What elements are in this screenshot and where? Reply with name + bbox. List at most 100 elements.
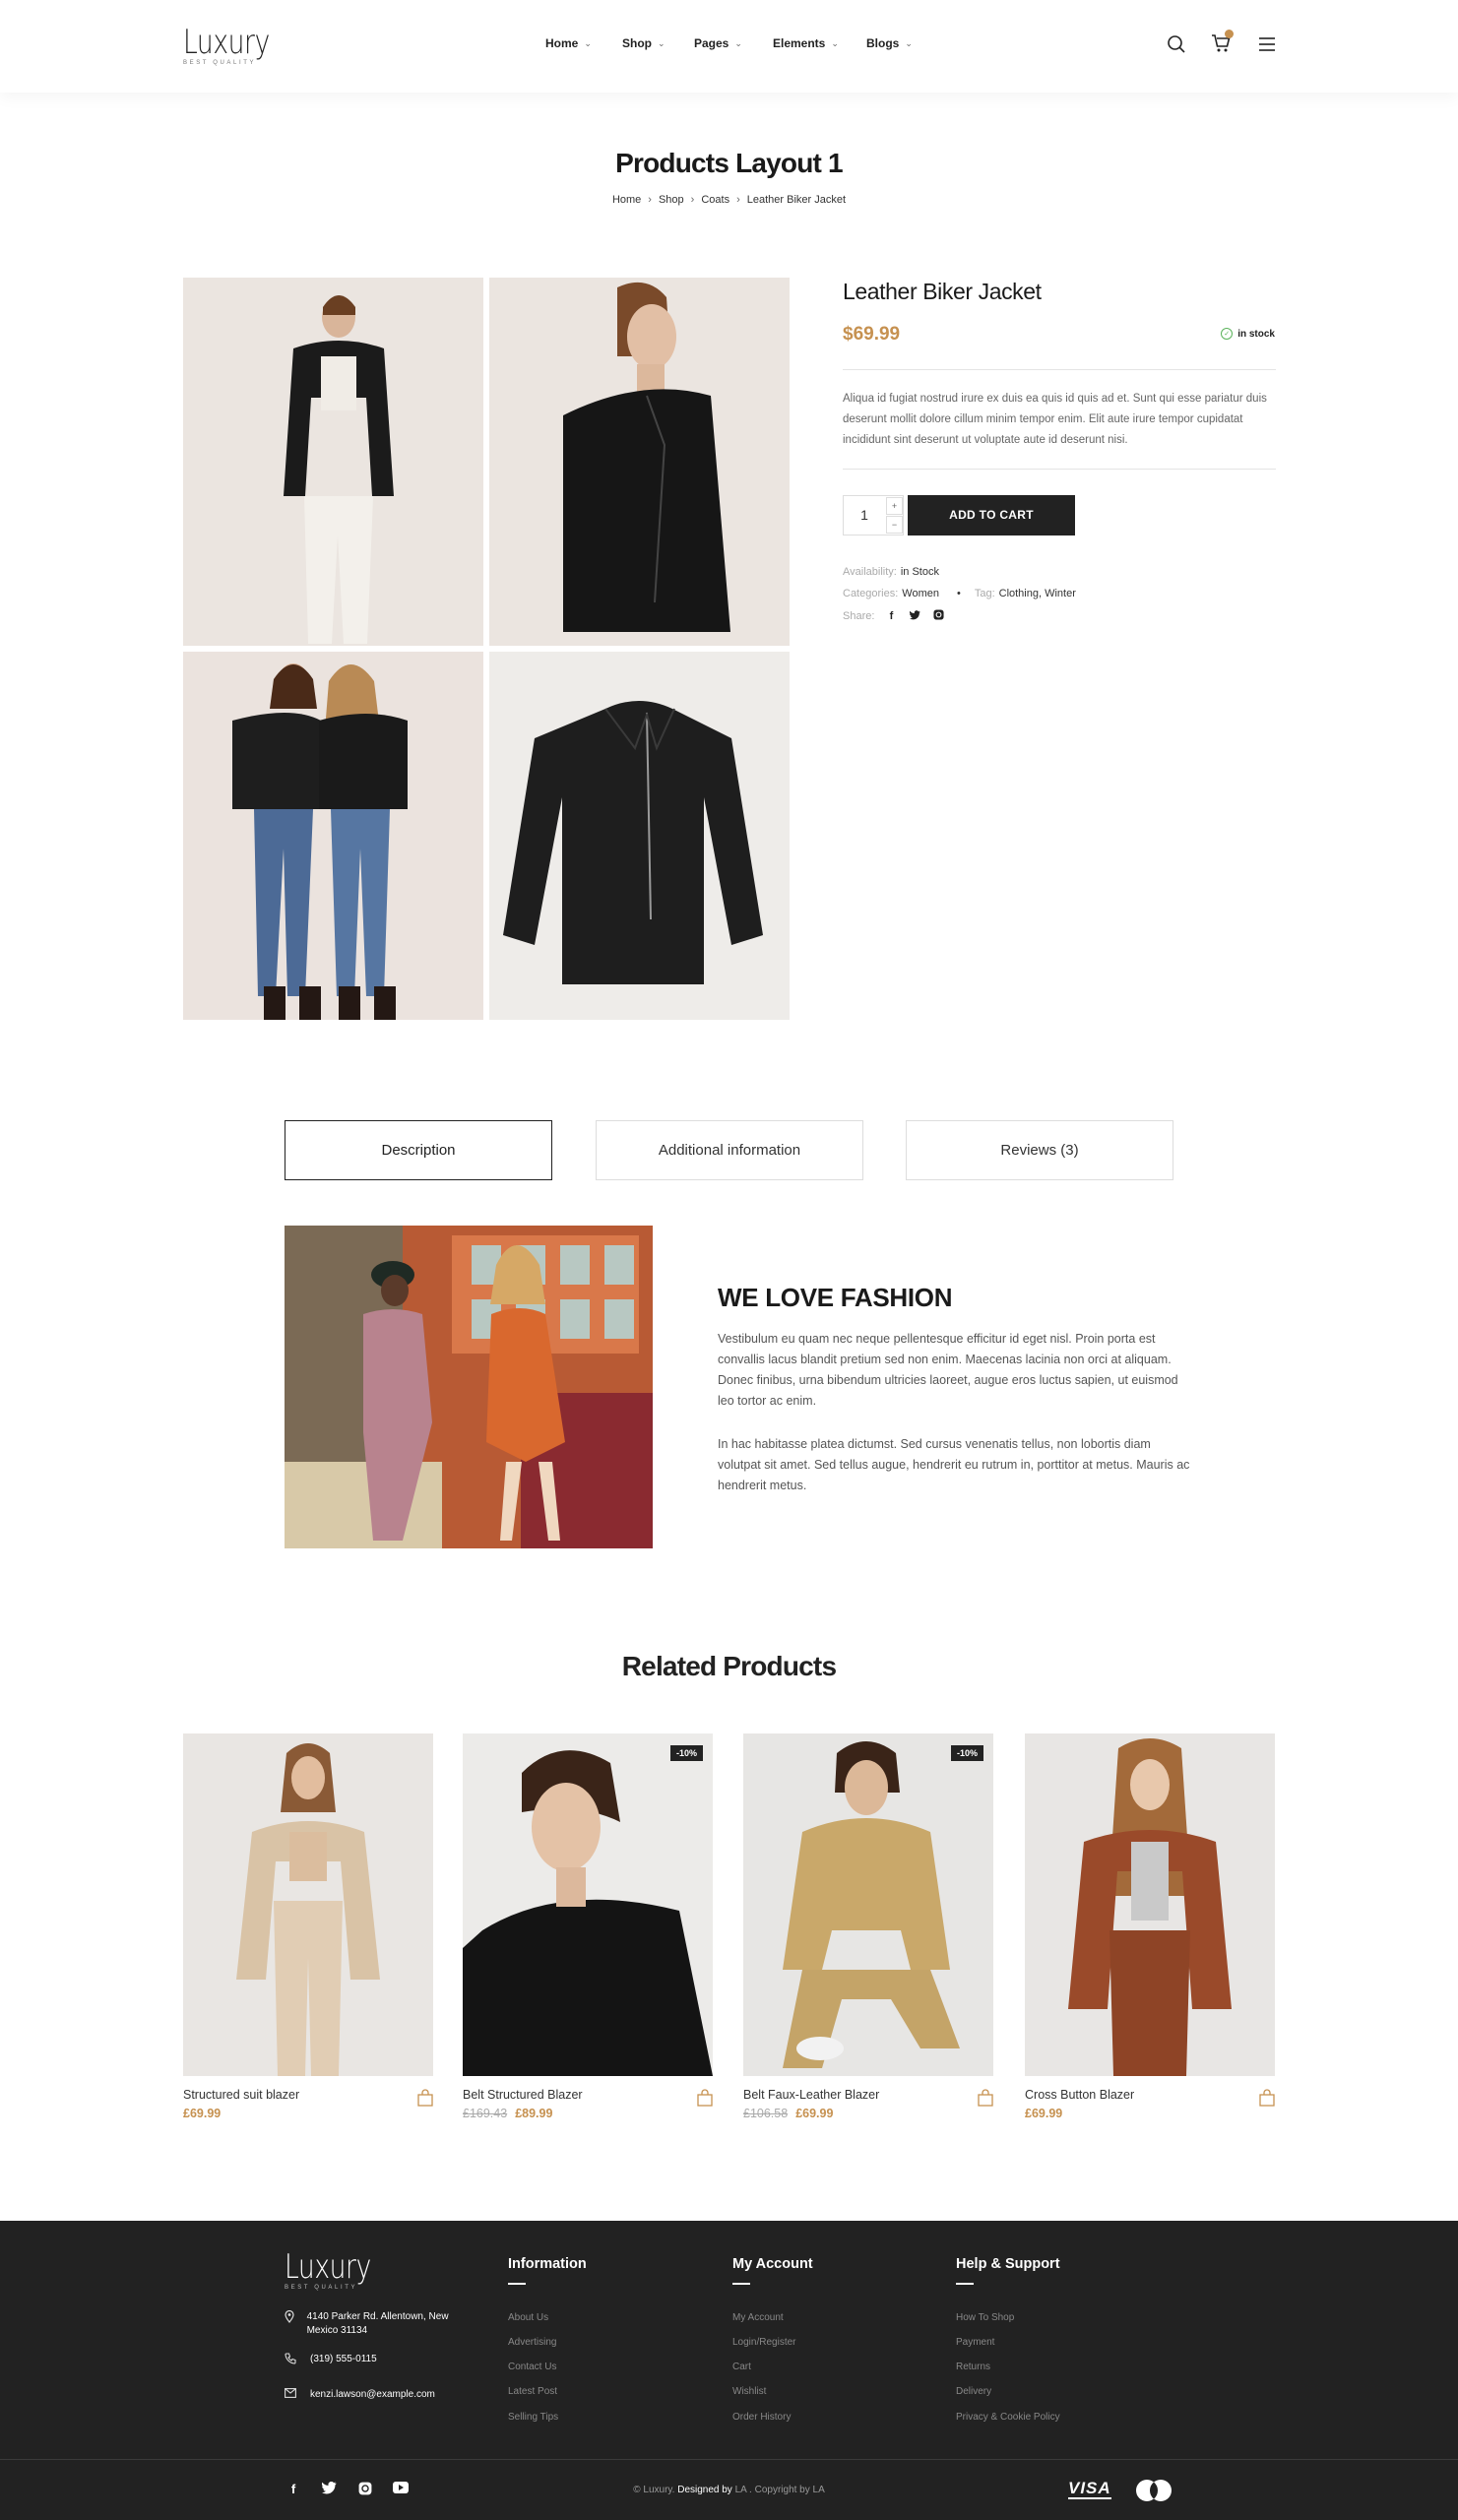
- quantity-input[interactable]: 1: [844, 496, 885, 535]
- description-paragraph: In hac habitasse platea dictumst. Sed cu…: [718, 1437, 1190, 1492]
- shopping-bag-icon[interactable]: [1259, 2089, 1275, 2111]
- cart-icon[interactable]: [1211, 30, 1234, 59]
- check-circle-icon: ✓: [1221, 328, 1234, 340]
- nav-item-pages[interactable]: Pages ⌄: [694, 36, 742, 50]
- share-label: Share:: [843, 610, 875, 622]
- categories-label: Categories:: [843, 588, 899, 599]
- description-paragraph: Vestibulum eu quam nec neque pellentesqu…: [718, 1332, 1178, 1408]
- email-text[interactable]: kenzi.lawson@example.com: [310, 2388, 435, 2403]
- tab-description[interactable]: Description: [285, 1120, 552, 1180]
- footer-link[interactable]: Order History: [732, 2412, 791, 2423]
- site-logo[interactable]: Luxury BEST QUALITY: [183, 26, 294, 66]
- product-card-image[interactable]: [1025, 1733, 1275, 2076]
- quantity-increase-button[interactable]: +: [886, 497, 903, 515]
- phone-text[interactable]: (319) 555-0115: [310, 2353, 377, 2369]
- product-card-name[interactable]: Structured suit blazer: [183, 2088, 433, 2102]
- site-footer: [0, 2221, 1458, 2520]
- quantity-decrease-button[interactable]: −: [886, 516, 903, 534]
- product-card-price: £69.99: [183, 2107, 433, 2120]
- instagram-icon[interactable]: [931, 609, 945, 623]
- chevron-down-icon: ⌄: [831, 37, 839, 48]
- tab-reviews[interactable]: Reviews (3): [906, 1120, 1173, 1180]
- product-card-name[interactable]: Belt Structured Blazer: [463, 2088, 713, 2102]
- phone-icon: [285, 2353, 298, 2369]
- add-to-cart-button[interactable]: ADD TO CART: [908, 495, 1075, 536]
- footer-column-title: My Account: [732, 2256, 813, 2272]
- product-card-name[interactable]: Cross Button Blazer: [1025, 2088, 1275, 2102]
- footer-link[interactable]: About Us: [508, 2312, 548, 2323]
- nav-label: Elements: [773, 36, 826, 50]
- footer-link[interactable]: My Account: [732, 2312, 784, 2323]
- menu-icon[interactable]: [1258, 36, 1276, 57]
- product-card-image[interactable]: [183, 1733, 433, 2076]
- breadcrumb-separator-icon: ›: [648, 194, 652, 206]
- footer-title-underline: [508, 2283, 526, 2285]
- nav-item-shop[interactable]: Shop ⌄: [622, 36, 666, 50]
- product-card-image[interactable]: -10%: [463, 1733, 713, 2076]
- footer-logo[interactable]: Luxury BEST QUALITY: [285, 2250, 396, 2291]
- tag-label: Tag:: [974, 588, 995, 599]
- product-card[interactable]: -10% Belt Faux-Leather Blazer £106.58 £69…: [743, 1733, 993, 2120]
- footer-link[interactable]: Selling Tips: [508, 2412, 558, 2423]
- page-title: Products Layout 1: [615, 148, 843, 178]
- product-card[interactable]: Structured suit blazer £69.99: [183, 1733, 433, 2120]
- product-card[interactable]: -10% Belt Structured Blazer £169.43 £89.9…: [463, 1733, 713, 2120]
- footer-link[interactable]: Wishlist: [732, 2386, 766, 2397]
- stock-status: ✓ in stock: [1221, 328, 1275, 340]
- footer-link[interactable]: Returns: [956, 2362, 990, 2372]
- stock-label: in stock: [1237, 328, 1275, 340]
- product-image-2[interactable]: [489, 278, 790, 646]
- breadcrumb-coats[interactable]: Coats: [701, 194, 729, 206]
- location-pin-icon: [285, 2309, 295, 2338]
- product-image-1[interactable]: [183, 278, 483, 646]
- site-header: Luxury BEST QUALITY Home ⌄ Shop ⌄ Pages ⌄ E…: [0, 0, 1458, 93]
- nav-item-blogs[interactable]: Blogs ⌄: [866, 36, 913, 50]
- divider: [843, 469, 1276, 470]
- product-card-price: £169.43 £89.99: [463, 2107, 713, 2120]
- footer-link[interactable]: Delivery: [956, 2386, 991, 2397]
- category-link[interactable]: Women: [902, 588, 939, 599]
- footer-link[interactable]: Cart: [732, 2362, 751, 2372]
- search-icon[interactable]: [1167, 34, 1186, 59]
- discount-badge: -10%: [950, 1745, 983, 1761]
- nav-item-home[interactable]: Home ⌄: [545, 36, 592, 50]
- footer-link[interactable]: Contact Us: [508, 2362, 556, 2372]
- cart-badge: [1225, 30, 1234, 38]
- visa-icon: VISA: [1068, 2479, 1111, 2499]
- tab-additional-information[interactable]: Additional information: [596, 1120, 863, 1180]
- footer-link[interactable]: Login/Register: [732, 2337, 795, 2348]
- current-price: £69.99: [1025, 2107, 1063, 2120]
- shopping-bag-icon[interactable]: [978, 2089, 993, 2111]
- mail-icon: [285, 2388, 298, 2403]
- twitter-icon[interactable]: [908, 609, 921, 623]
- shopping-bag-icon[interactable]: [697, 2089, 713, 2111]
- logo-word: Luxury: [183, 23, 270, 62]
- tag-links[interactable]: Clothing, Winter: [999, 588, 1076, 599]
- breadcrumb-shop[interactable]: Shop: [659, 194, 684, 206]
- product-card-name[interactable]: Belt Faux-Leather Blazer: [743, 2088, 993, 2102]
- shopping-bag-icon[interactable]: [417, 2089, 433, 2111]
- availability-row: Availability: in Stock: [843, 566, 939, 578]
- product-image-4[interactable]: [489, 652, 790, 1020]
- share-row: Share: f: [843, 609, 945, 623]
- copyright-suffix: LA . Copyright by LA: [734, 2485, 825, 2495]
- product-card[interactable]: Cross Button Blazer £69.99: [1025, 1733, 1275, 2120]
- footer-link[interactable]: Advertising: [508, 2337, 556, 2348]
- footer-link[interactable]: Latest Post: [508, 2386, 557, 2397]
- product-image-3[interactable]: [183, 652, 483, 1020]
- copyright: © Luxury. Designed by LA . Copyright by …: [0, 2485, 1458, 2495]
- product-card-image[interactable]: -10%: [743, 1733, 993, 2076]
- facebook-icon[interactable]: f: [884, 610, 898, 622]
- nav-item-elements[interactable]: Elements ⌄: [773, 36, 839, 50]
- breadcrumb-current: Leather Biker Jacket: [746, 194, 847, 206]
- breadcrumb-home[interactable]: Home: [612, 194, 641, 206]
- chevron-down-icon: ⌄: [658, 37, 666, 48]
- product-short-description: Aliqua id fugiat nostrud irure ex duis e…: [843, 393, 1267, 446]
- availability-value: in Stock: [900, 566, 939, 578]
- footer-link[interactable]: Privacy & Cookie Policy: [956, 2412, 1060, 2423]
- product-card-price: £106.58 £69.99: [743, 2107, 993, 2120]
- footer-phone: (319) 555-0115: [285, 2353, 377, 2369]
- footer-link[interactable]: How To Shop: [956, 2312, 1014, 2323]
- footer-email: kenzi.lawson@example.com: [285, 2388, 435, 2403]
- footer-link[interactable]: Payment: [956, 2337, 994, 2348]
